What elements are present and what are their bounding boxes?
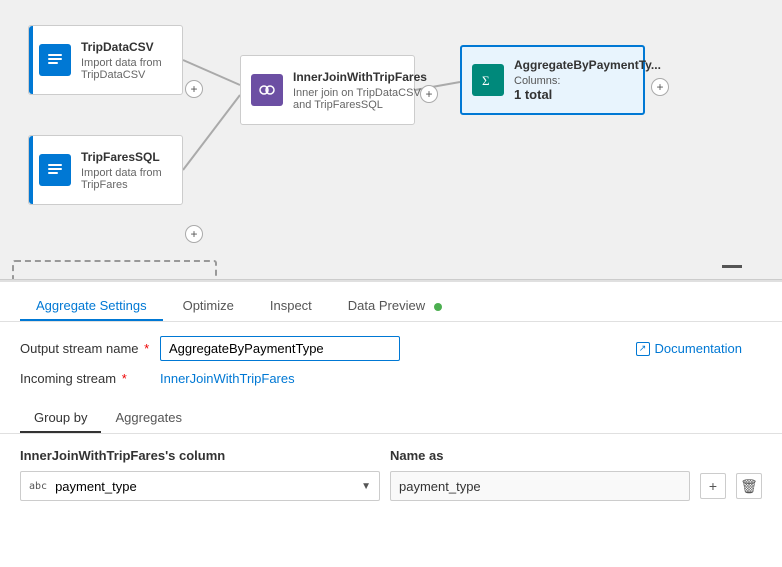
tripfaressql-title: TripFaresSQL (81, 150, 172, 164)
tripdatacsv-icon (39, 44, 71, 76)
incoming-stream-row: Incoming stream * InnerJoinWithTripFares (20, 371, 762, 386)
aggregate-columns-label: Columns: (514, 75, 560, 87)
column-dropdown[interactable]: abc payment_type ▼ (20, 471, 380, 501)
canvas-area: TripDataCSV Import data from TripDataCSV… (0, 0, 782, 280)
innerjoin-title: InnerJoinWithTripFares (293, 70, 427, 84)
column-headers: InnerJoinWithTripFares's column Name as (20, 448, 762, 463)
output-stream-row: Output stream name * ↗ Documentation (20, 336, 762, 361)
plus-after-tripfaressql[interactable]: + (185, 225, 203, 243)
output-stream-label: Output stream name * (20, 341, 160, 356)
tab-aggregate-settings[interactable]: Aggregate Settings (20, 290, 163, 321)
innerjoin-icon (251, 74, 283, 106)
innerjoin-node[interactable]: InnerJoinWithTripFares Inner join on Tri… (240, 55, 415, 125)
tripfaressql-text: TripFaresSQL Import data from TripFares (81, 150, 172, 191)
tripfaressql-subtitle: Import data from TripFares (81, 167, 172, 191)
tripdatacsv-node[interactable]: TripDataCSV Import data from TripDataCSV (28, 25, 183, 95)
aggregate-title: AggregateByPaymentTy... (514, 58, 661, 72)
tripdatacsv-subtitle: Import data from TripDataCSV (81, 57, 172, 81)
bottom-panel: Aggregate Settings Optimize Inspect Data… (0, 280, 782, 567)
tripfaressql-icon (39, 154, 71, 186)
delete-column-btn[interactable]: 🗑 (736, 473, 762, 499)
aggregate-columns: Columns: 1 total (514, 75, 661, 102)
plus-after-innerjoin[interactable]: + (420, 85, 438, 103)
incoming-stream-link[interactable]: InnerJoinWithTripFares (160, 371, 295, 386)
column-row: abc payment_type ▼ payment_type + 🗑 (20, 471, 762, 501)
aggregate-columns-count: 1 total (514, 87, 552, 102)
doc-icon: ↗ (636, 342, 650, 356)
tab-data-preview[interactable]: Data Preview (332, 290, 458, 321)
incoming-stream-label: Incoming stream * (20, 371, 160, 386)
form-area: Output stream name * ↗ Documentation Inc… (0, 322, 782, 404)
minimize-bar[interactable] (722, 265, 742, 268)
main-tabs-bar: Aggregate Settings Optimize Inspect Data… (0, 282, 782, 322)
plus-after-aggregate[interactable]: + (651, 78, 669, 96)
column-section: InnerJoinWithTripFares's column Name as … (0, 444, 782, 509)
tab-optimize[interactable]: Optimize (167, 290, 250, 321)
required-star-output: * (141, 341, 150, 356)
tab-inspect[interactable]: Inspect (254, 290, 328, 321)
required-star-incoming: * (118, 371, 127, 386)
tripdatacsv-text: TripDataCSV Import data from TripDataCSV (81, 40, 172, 81)
selection-box (12, 260, 217, 280)
aggregate-node[interactable]: Σ AggregateByPaymentTy... Columns: 1 tot… (460, 45, 645, 115)
column-header-source: InnerJoinWithTripFares's column (20, 448, 380, 463)
name-as-field[interactable]: payment_type (390, 471, 690, 501)
aggregate-icon: Σ (472, 64, 504, 96)
innerjoin-subtitle: Inner join on TripDataCSV and TripFaresS… (293, 87, 427, 111)
tripfaressql-node[interactable]: TripFaresSQL Import data from TripFares (28, 135, 183, 205)
chevron-down-icon: ▼ (361, 481, 371, 492)
column-dropdown-text: payment_type (55, 479, 361, 494)
output-stream-input[interactable] (160, 336, 400, 361)
doc-link[interactable]: ↗ Documentation (636, 341, 762, 356)
column-header-nameas: Name as (390, 448, 762, 463)
svg-text:Σ: Σ (482, 73, 490, 88)
data-preview-dot (434, 303, 442, 311)
sub-tabs-bar: Group by Aggregates (0, 404, 782, 434)
tripdatacsv-title: TripDataCSV (81, 40, 172, 54)
sub-tab-group-by[interactable]: Group by (20, 404, 101, 433)
add-column-btn[interactable]: + (700, 473, 726, 499)
sub-tab-aggregates[interactable]: Aggregates (101, 404, 196, 433)
type-badge: abc (29, 481, 47, 492)
aggregate-text: AggregateByPaymentTy... Columns: 1 total (514, 58, 661, 102)
plus-after-tripdatacsv[interactable]: + (185, 80, 203, 98)
innerjoin-text: InnerJoinWithTripFares Inner join on Tri… (293, 70, 427, 111)
